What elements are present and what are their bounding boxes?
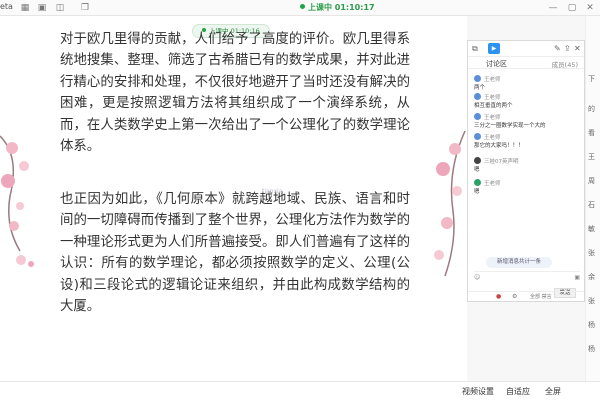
avatar bbox=[474, 75, 481, 82]
grid-icon[interactable]: ▦ bbox=[20, 3, 30, 13]
avatar bbox=[474, 157, 481, 164]
left-blossom-decoration bbox=[0, 135, 29, 252]
camera-icon[interactable]: ▶ bbox=[488, 43, 500, 54]
member-char[interactable]: 的 bbox=[588, 104, 595, 114]
message-text: 嗯 bbox=[474, 189, 480, 195]
member-char[interactable]: 王 bbox=[588, 152, 595, 162]
adapt-button[interactable]: 自适应 bbox=[506, 386, 530, 397]
live-dot-icon bbox=[300, 4, 305, 9]
message-text: 那它的大家吗！！！ bbox=[474, 143, 524, 149]
video-settings-button[interactable]: 视频设置 bbox=[462, 386, 494, 397]
member-char[interactable]: 张 bbox=[588, 296, 595, 306]
pen-icon[interactable]: ✎ bbox=[554, 44, 561, 53]
avatar bbox=[474, 179, 481, 186]
settings-icon[interactable]: ⚙ bbox=[512, 293, 517, 300]
right-blossom-decoration bbox=[434, 131, 466, 277]
paragraph-1: 对于欧几里得的贡献，人们给予了高度的评价。欧几里得系统地搜集、整理、筛选了古希腊… bbox=[60, 32, 410, 155]
chat-panel: ⧉ ▶ ✎ ⇪ ✕ 讨论区 成员(45) 王老师 两个 王老师 相互垂直的两个 … bbox=[467, 40, 585, 302]
member-char[interactable]: 看 bbox=[588, 128, 595, 138]
layout-icon[interactable]: ◫ bbox=[55, 3, 65, 13]
avatar bbox=[474, 133, 481, 140]
chat-bottom-bar: ● ⚙ 全部 禁言 bbox=[468, 291, 584, 301]
message-author: 三娃07英声明 bbox=[484, 159, 519, 165]
mute-all-label[interactable]: 全部 禁言 bbox=[530, 293, 552, 300]
right-member-strip: 下 的 看 王 周 石 敏 张 余 张 杨 杨 bbox=[585, 16, 600, 391]
tab-members[interactable]: 成员(45) bbox=[552, 59, 578, 69]
chat-close-icon[interactable]: ✕ bbox=[574, 44, 581, 53]
screen: eta ▦ ▣ ◫ ❐ 上课中 01:10:17 — ▢ ✕ 上课中 01:10… bbox=[0, 0, 600, 400]
left-small-blossom bbox=[16, 255, 34, 267]
message-author: 王老师 bbox=[484, 135, 501, 141]
message-text: 两个 bbox=[474, 85, 486, 91]
chat-toolbar: ⧉ ▶ ✎ ⇪ ✕ bbox=[468, 41, 584, 57]
copy-icon[interactable]: ❐ bbox=[80, 3, 90, 13]
watermark: tianxia bbox=[262, 188, 283, 195]
member-char[interactable]: 周 bbox=[588, 176, 595, 186]
live-timer: 上课中 01:10:17 bbox=[308, 3, 375, 12]
share-icon[interactable]: ⇪ bbox=[564, 44, 571, 53]
image-icon[interactable]: ▣ bbox=[37, 3, 47, 13]
slide-content: 上课中 01:10:16 对于欧几里得的贡献，人们给予了高度的评价。欧几里得系统… bbox=[0, 16, 467, 381]
message-author: 王老师 bbox=[484, 77, 501, 83]
message-text: 嗯 bbox=[474, 167, 480, 173]
message-text: 相互垂直的两个 bbox=[474, 103, 513, 109]
emoji-icon[interactable]: ☺ bbox=[474, 274, 480, 281]
paragraph-2: 也正因为如此，《几何原本》就跨越地域、民族、语言和时间的一切障碍而传播到了整个世… bbox=[60, 192, 410, 315]
member-char[interactable]: 杨 bbox=[588, 344, 595, 354]
top-bar: eta ▦ ▣ ◫ ❐ 上课中 01:10:17 — ▢ ✕ bbox=[0, 0, 600, 16]
member-char[interactable]: 余 bbox=[588, 272, 595, 282]
maximize-icon[interactable]: ▢ bbox=[567, 3, 577, 13]
message-list: 王老师 两个 王老师 相互垂直的两个 王老师 三分之一圈数学实现一个大的 王老师… bbox=[468, 69, 584, 207]
message-author: 王老师 bbox=[484, 181, 501, 187]
avatar bbox=[474, 113, 481, 120]
tab-discussion[interactable]: 讨论区 bbox=[486, 59, 507, 69]
member-char[interactable]: 杨 bbox=[588, 320, 595, 330]
minimize-icon[interactable]: — bbox=[548, 3, 558, 13]
image-upload-icon[interactable]: ▣ bbox=[574, 274, 580, 281]
new-messages-button[interactable]: 新增消息共计一条 bbox=[486, 257, 552, 268]
screen-share-icon[interactable]: ⧉ bbox=[472, 44, 478, 54]
mic-icon[interactable]: ● bbox=[496, 293, 501, 300]
bottom-bar: 视频设置 自适应 全屏 bbox=[0, 381, 600, 400]
close-icon[interactable]: ✕ bbox=[585, 3, 595, 13]
chat-tabs: 讨论区 成员(45) bbox=[468, 57, 584, 69]
member-char[interactable]: 下 bbox=[588, 74, 595, 84]
message-text: 三分之一圈数学实现一个大的 bbox=[474, 123, 546, 129]
live-status: 上课中 01:10:17 bbox=[300, 2, 375, 13]
fullscreen-button[interactable]: 全屏 bbox=[545, 386, 561, 397]
avatar bbox=[474, 93, 481, 100]
member-char[interactable]: 石 bbox=[588, 200, 595, 210]
member-char[interactable]: 张 bbox=[588, 248, 595, 258]
edge-label: eta bbox=[0, 2, 13, 11]
message-author: 王老师 bbox=[484, 95, 501, 101]
member-char[interactable]: 敏 bbox=[588, 224, 595, 234]
message-author: 王老师 bbox=[484, 115, 501, 121]
